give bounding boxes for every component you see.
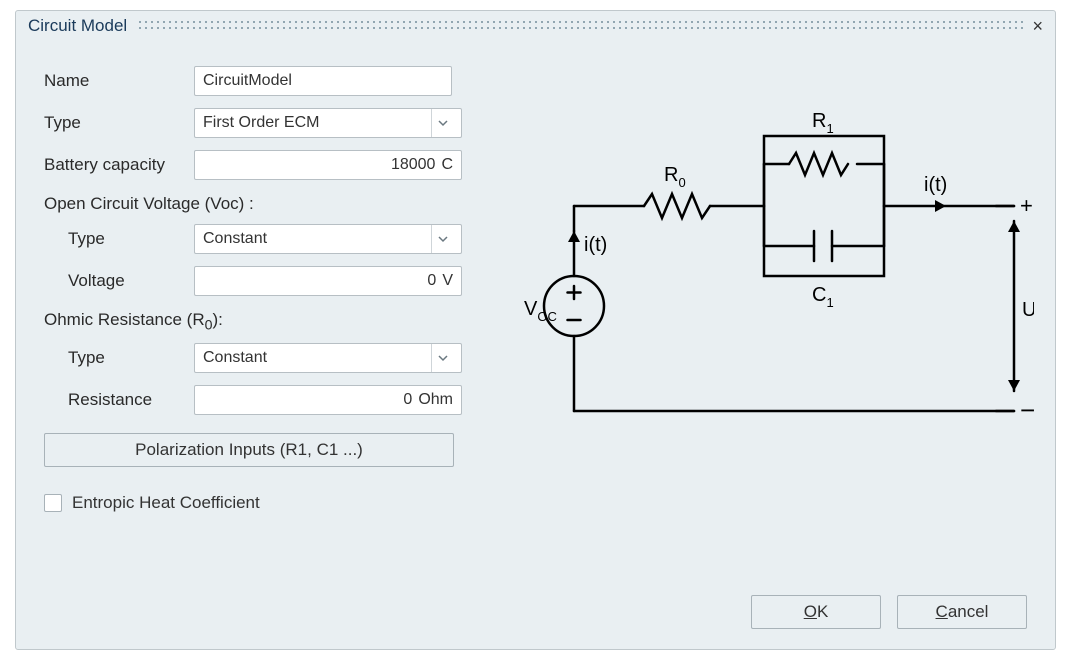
- voc-type-select[interactable]: Constant: [194, 224, 462, 254]
- name-label: Name: [44, 71, 194, 91]
- r0-type-value: Constant: [203, 349, 431, 367]
- name-input[interactable]: [194, 66, 452, 96]
- diagram-r0-label: R0: [664, 164, 686, 190]
- titlebar-gripper-icon[interactable]: [137, 19, 1026, 33]
- r0-resistance-label: Resistance: [44, 390, 194, 410]
- voc-voltage-value: 0: [203, 272, 436, 290]
- dialog-title: Circuit Model: [28, 16, 127, 36]
- diagram-voc-label: VOC: [524, 298, 557, 324]
- type-select-value: First Order ECM: [203, 114, 431, 132]
- titlebar: Circuit Model ×: [16, 11, 1055, 41]
- voc-header: Open Circuit Voltage (Voc) :: [44, 194, 484, 214]
- voc-voltage-unit: V: [442, 272, 453, 290]
- r0-resistance-row: Resistance 0 Ohm: [44, 385, 484, 415]
- capacity-input[interactable]: 18000 C: [194, 150, 462, 180]
- capacity-unit: C: [441, 156, 453, 174]
- r0-type-select[interactable]: Constant: [194, 343, 462, 373]
- ok-button[interactable]: OK: [751, 595, 881, 629]
- diagram-minus: −: [1020, 395, 1034, 425]
- name-row: Name: [44, 66, 484, 96]
- chevron-down-icon: [431, 225, 453, 253]
- diagram-c1-label: C1: [812, 284, 834, 310]
- voc-type-value: Constant: [203, 230, 431, 248]
- diagram-plus: +: [1020, 193, 1033, 218]
- capacity-value: 18000: [203, 156, 435, 174]
- cancel-label: Cancel: [936, 602, 989, 622]
- entropic-label: Entropic Heat Coefficient: [72, 493, 260, 513]
- capacity-row: Battery capacity 18000 C: [44, 150, 484, 180]
- diagram-it-right: i(t): [924, 174, 947, 196]
- dialog-footer: OK Cancel: [751, 595, 1027, 629]
- r0-type-row: Type Constant: [44, 343, 484, 373]
- r0-resistance-unit: Ohm: [418, 391, 453, 409]
- circuit-model-dialog: Circuit Model × Name Type First Order EC…: [15, 10, 1056, 650]
- diagram-ut-label: UT: [1022, 299, 1034, 325]
- type-row: Type First Order ECM: [44, 108, 484, 138]
- entropic-row: Entropic Heat Coefficient: [44, 493, 484, 513]
- polarization-inputs-button[interactable]: Polarization Inputs (R1, C1 ...): [44, 433, 454, 467]
- type-label: Type: [44, 113, 194, 133]
- diagram-it-left: i(t): [584, 234, 607, 256]
- dialog-body: Name Type First Order ECM Battery capaci…: [44, 51, 1027, 629]
- polarization-inputs-label: Polarization Inputs (R1, C1 ...): [135, 440, 363, 460]
- capacity-label: Battery capacity: [44, 155, 194, 175]
- r0-header-prefix: Ohmic Resistance (R: [44, 310, 205, 329]
- r0-resistance-input[interactable]: 0 Ohm: [194, 385, 462, 415]
- r0-type-label: Type: [44, 348, 194, 368]
- chevron-down-icon: [431, 109, 453, 137]
- r0-header-suffix: ):: [212, 310, 222, 329]
- r0-header: Ohmic Resistance (R0):: [44, 310, 484, 333]
- r0-resistance-value: 0: [203, 391, 412, 409]
- voc-voltage-input[interactable]: 0 V: [194, 266, 462, 296]
- chevron-down-icon: [431, 344, 453, 372]
- close-icon[interactable]: ×: [1026, 16, 1049, 37]
- diagram-r1-label: R1: [812, 110, 834, 136]
- type-select[interactable]: First Order ECM: [194, 108, 462, 138]
- voc-type-row: Type Constant: [44, 224, 484, 254]
- voc-type-label: Type: [44, 229, 194, 249]
- voc-voltage-row: Voltage 0 V: [44, 266, 484, 296]
- voc-voltage-label: Voltage: [44, 271, 194, 291]
- cancel-button[interactable]: Cancel: [897, 595, 1027, 629]
- circuit-diagram: VOC i(t) R0 R1 C1 i(t) + − UT: [514, 91, 1034, 451]
- ok-label: OK: [804, 602, 829, 622]
- form-column: Name Type First Order ECM Battery capaci…: [44, 66, 484, 513]
- entropic-checkbox[interactable]: [44, 494, 62, 512]
